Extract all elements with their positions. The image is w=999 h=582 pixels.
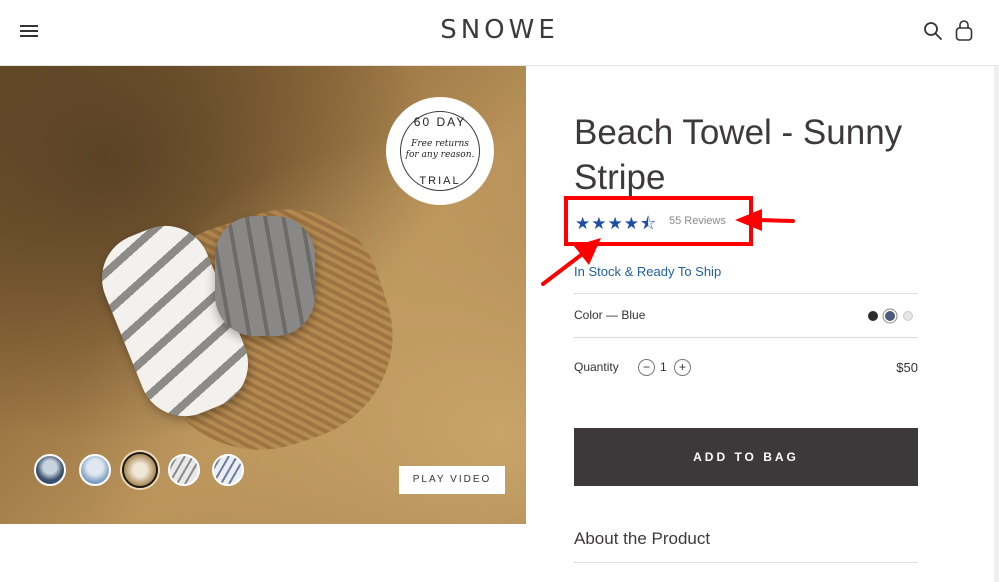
search-icon[interactable] — [923, 21, 943, 41]
color-label: Color — Blue — [574, 308, 646, 322]
divider — [574, 337, 918, 338]
thumbnail-3[interactable] — [122, 452, 158, 488]
color-swatch-white[interactable] — [903, 311, 913, 321]
thumbnail-1[interactable] — [34, 454, 66, 486]
about-product-heading[interactable]: About the Product — [574, 529, 710, 549]
divider — [574, 293, 918, 294]
badge-middle-line2: for any reason. — [405, 150, 475, 160]
quantity-value[interactable]: 1 — [660, 360, 667, 374]
badge-top-text: 60 DAY — [413, 115, 467, 129]
badge-middle-text: Free returns for any reason. — [400, 139, 480, 161]
quantity-increase-button[interactable]: + — [674, 359, 691, 376]
color-swatch-black[interactable] — [868, 311, 878, 321]
add-to-bag-button[interactable]: ADD TO BAG — [574, 428, 918, 486]
trial-badge: 60 DAY Free returns for any reason. TRIA… — [386, 97, 494, 205]
play-video-button[interactable]: PLAY VIDEO — [399, 466, 505, 494]
color-swatch-blue[interactable] — [885, 311, 895, 321]
stock-status: In Stock & Ready To Ship — [574, 264, 722, 279]
thumbnail-4[interactable] — [168, 454, 200, 486]
bag-icon[interactable] — [954, 20, 974, 42]
brand-logo[interactable]: SNOWE — [0, 15, 999, 45]
product-hero-image[interactable]: 60 DAY Free returns for any reason. TRIA… — [0, 66, 526, 524]
annotation-highlight-box — [564, 196, 753, 246]
product-title: Beach Towel - Sunny Stripe — [574, 113, 903, 197]
thumbnail-2[interactable] — [79, 454, 111, 486]
grey-towel-illustration — [215, 216, 315, 336]
quantity-label: Quantity — [574, 360, 619, 374]
badge-bottom-text: TRIAL — [419, 175, 461, 187]
quantity-decrease-button[interactable]: − — [638, 359, 655, 376]
badge-middle-line1: Free returns — [411, 139, 469, 149]
scrollbar[interactable] — [994, 66, 999, 582]
divider — [574, 562, 918, 563]
thumbnail-5[interactable] — [212, 454, 244, 486]
site-header: SNOWE — [0, 0, 999, 66]
product-price: $50 — [896, 360, 918, 375]
